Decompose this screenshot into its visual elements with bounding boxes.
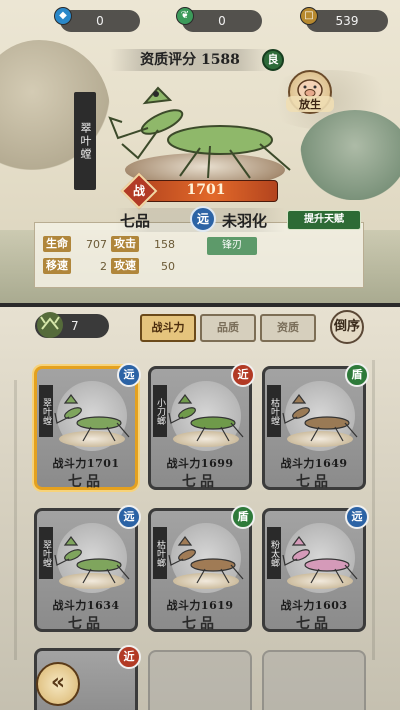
coin-count: 539 [335, 14, 359, 28]
card-type-badge: 盾 [345, 363, 369, 387]
card-type-badge: 近 [231, 363, 255, 387]
card-name: 小刀螂 [153, 385, 167, 437]
mantis-sprite [168, 394, 244, 442]
card-rank: 七品 [296, 474, 332, 490]
stat-value-move-speed: 2 [100, 259, 107, 273]
card-type-badge: 远 [117, 363, 141, 387]
card-combat-power: 战斗力1701 [52, 457, 120, 470]
mantis-portrait [108, 86, 291, 179]
card-rank: 七品 [182, 474, 218, 490]
insect-card[interactable]: 枯叶螳 盾 战斗力1649 七品 [262, 363, 369, 490]
stat-value-attack-speed: 50 [161, 259, 175, 273]
mantis-sprite [54, 394, 130, 442]
insect-card[interactable]: 枯叶螂 盾 战斗力1619 七品 [148, 505, 255, 632]
card-combat-power: 战斗力1603 [280, 599, 348, 612]
card-combat-power: 战斗力1634 [52, 599, 120, 612]
stat-label-attack-speed: 攻速 [111, 258, 139, 274]
card-rank: 七品 [182, 616, 218, 632]
card-name: 翠叶螳 [39, 385, 53, 437]
bamboo-decor [372, 360, 375, 660]
sort-order-button[interactable]: 倒序 [330, 310, 364, 344]
equipment-slot[interactable]: 锋刃 [207, 237, 257, 255]
stat-label-hp: 生命 [43, 236, 71, 252]
grade-badge: 良 [262, 49, 284, 71]
empty-slot [262, 650, 366, 710]
insect-card[interactable]: 翠叶螳 远 战斗力1634 七品 [34, 505, 141, 632]
bamboo-decor [14, 380, 17, 660]
gem-count: 0 [96, 14, 104, 28]
card-name: 粉太螂 [267, 527, 281, 579]
mantis-sprite [282, 394, 358, 442]
molt-status: 未羽化 [222, 212, 268, 230]
insect-card[interactable]: 粉太螂 远 战斗力1603 七品 [262, 505, 369, 632]
mantis-sprite [282, 536, 358, 584]
blue-gem-icon: ◆ [54, 7, 72, 25]
insect-card[interactable]: 小刀螂 近 战斗力1699 七品 [148, 363, 255, 490]
insect-name: 翠叶螳 [74, 92, 96, 190]
card-type-badge: 远 [117, 505, 141, 529]
mantis-icon [37, 312, 63, 338]
card-name: 翠叶螳 [39, 527, 53, 579]
green-jade-icon: ❦ [176, 7, 194, 25]
card-rank: 七品 [296, 616, 332, 632]
mantis-sprite [54, 536, 130, 584]
card-rank: 七品 [68, 616, 104, 632]
gem-counter[interactable]: 0 [60, 10, 140, 32]
copper-coin-icon: □ [300, 7, 318, 25]
card-name: 枯叶螳 [267, 385, 281, 437]
tab-quality[interactable]: 品质 [200, 314, 256, 342]
stat-label-move-speed: 移速 [43, 258, 71, 274]
coin-counter[interactable]: 539 [306, 10, 388, 32]
back-arrow-icon[interactable]: « [36, 662, 80, 706]
empty-slot [148, 650, 252, 710]
stat-value-hp: 707 [86, 237, 107, 251]
rank-label: 七品 [120, 212, 151, 230]
aptitude-score: 资质评分 1588 [110, 49, 270, 71]
tab-aptitude[interactable]: 资质 [260, 314, 316, 342]
stat-label-attack: 攻击 [111, 236, 139, 252]
card-combat-power: 战斗力1619 [166, 599, 234, 612]
card-rank: 七品 [68, 474, 104, 490]
tab-combat-power[interactable]: 战斗力 [140, 314, 196, 342]
jade-counter[interactable]: 0 [182, 10, 262, 32]
card-combat-power: 战斗力1699 [166, 457, 234, 470]
card-type-badge: 远 [345, 505, 369, 529]
ink-rock [300, 110, 400, 200]
card-name: 枯叶螂 [153, 527, 167, 579]
card-type-badge: 盾 [231, 505, 255, 529]
mantis-sprite [168, 536, 244, 584]
insect-card[interactable]: 翠叶螳 远 战斗力1701 七品 [34, 363, 141, 490]
card-type-badge: 近 [117, 645, 141, 669]
stat-value-attack: 158 [154, 237, 175, 251]
jade-count: 0 [218, 14, 226, 28]
upgrade-talent-button[interactable]: 提升天赋 [287, 210, 361, 230]
card-combat-power: 战斗力1649 [280, 457, 348, 470]
type-badge-ranged: 远 [190, 206, 216, 232]
